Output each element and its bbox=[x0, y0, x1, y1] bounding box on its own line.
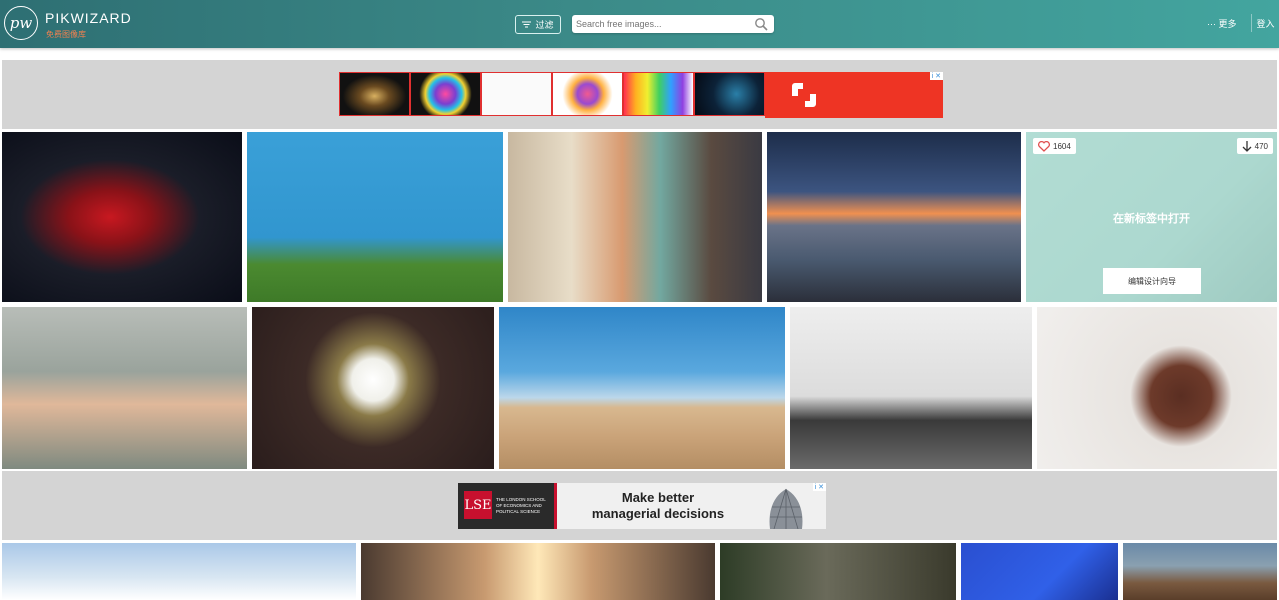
headline-line-2: managerial decisions bbox=[591, 506, 725, 521]
like-badge[interactable]: 1604 bbox=[1033, 138, 1076, 154]
filter-icon bbox=[522, 21, 532, 28]
photo-wooden-table[interactable] bbox=[1123, 543, 1277, 600]
login-button[interactable]: 登入 bbox=[1251, 14, 1279, 32]
ad-choices-close[interactable]: i ✕ bbox=[929, 72, 943, 80]
logo-mark-text: pw bbox=[9, 14, 33, 32]
logo-name[interactable]: PIKWIZARD bbox=[45, 10, 132, 26]
shutterstock-logo-icon bbox=[792, 83, 816, 107]
top-nav-bar: pw PIKWIZARD 免费图像库 过滤 ··· 更多 登入 bbox=[0, 0, 1279, 48]
shutterstock-ad[interactable]: i ✕ bbox=[765, 72, 943, 118]
photo-cat-closeup[interactable] bbox=[720, 543, 956, 600]
download-arrow-icon bbox=[1242, 140, 1252, 152]
photo-hot-chocolate[interactable] bbox=[1037, 307, 1277, 469]
logo-mark[interactable]: pw bbox=[4, 6, 38, 40]
ad-thumbnail-strip[interactable] bbox=[339, 72, 767, 118]
ad-banner-top: i ✕ bbox=[2, 60, 1277, 129]
headline-line-1: Make better bbox=[621, 490, 695, 505]
search-box bbox=[572, 15, 774, 33]
like-count: 1604 bbox=[1053, 141, 1071, 151]
lse-ad-headline: Make better managerial decisions bbox=[568, 490, 748, 522]
photo-football-player[interactable] bbox=[2, 132, 242, 302]
ad-choices-close[interactable]: i ✕ bbox=[812, 483, 826, 491]
filter-label: 过滤 bbox=[535, 20, 554, 30]
photo-cloudy-sky[interactable] bbox=[2, 543, 356, 600]
lse-logo: LSE THE LONDON SCHOOL OF ECONOMICS AND P… bbox=[458, 483, 557, 529]
search-input[interactable] bbox=[576, 16, 746, 32]
download-badge[interactable]: 470 bbox=[1236, 138, 1273, 154]
download-count: 470 bbox=[1254, 141, 1268, 151]
logo-tagline: 免费图像库 bbox=[46, 30, 86, 39]
ad-thumbnail bbox=[623, 72, 694, 116]
photo-blue-graduation[interactable] bbox=[961, 543, 1118, 600]
ad-thumbnail bbox=[552, 72, 623, 116]
lse-ad[interactable]: LSE THE LONDON SCHOOL OF ECONOMICS AND P… bbox=[458, 483, 826, 529]
photo-couple-cafe[interactable] bbox=[508, 132, 762, 302]
ad-thumbnail bbox=[339, 72, 410, 116]
photo-desert-dunes[interactable] bbox=[499, 307, 785, 469]
edit-design-wizard-button[interactable]: 编辑设计向导 bbox=[1103, 268, 1201, 294]
open-in-new-tab-link[interactable]: 在新标签中打开 bbox=[1026, 210, 1277, 226]
photo-sunset-beach[interactable] bbox=[767, 132, 1021, 302]
ad-thumbnail bbox=[410, 72, 481, 116]
photo-pinky-promise[interactable] bbox=[2, 307, 247, 469]
lse-full-name: THE LONDON SCHOOL OF ECONOMICS AND POLIT… bbox=[496, 497, 546, 514]
gherkin-building-illustration bbox=[769, 488, 803, 529]
photo-woman-headphones-window[interactable] bbox=[790, 307, 1032, 469]
heart-icon bbox=[1038, 140, 1050, 152]
photo-glasses-notebook[interactable]: 1604 470 在新标签中打开 编辑设计向导 bbox=[1026, 132, 1277, 302]
ad-banner-bottom: LSE THE LONDON SCHOOL OF ECONOMICS AND P… bbox=[2, 471, 1277, 540]
ad-thumbnail bbox=[694, 72, 765, 116]
photo-woman-sunset-forest[interactable] bbox=[361, 543, 715, 600]
photo-white-flower-splash[interactable] bbox=[252, 307, 494, 469]
lse-mark: LSE bbox=[464, 491, 492, 519]
photo-office-beanbags[interactable] bbox=[247, 132, 503, 302]
ad-thumbnail bbox=[481, 72, 552, 116]
more-menu-button[interactable]: ··· 更多 bbox=[1207, 17, 1237, 30]
filter-button[interactable]: 过滤 bbox=[515, 15, 561, 34]
search-icon[interactable] bbox=[754, 17, 768, 31]
